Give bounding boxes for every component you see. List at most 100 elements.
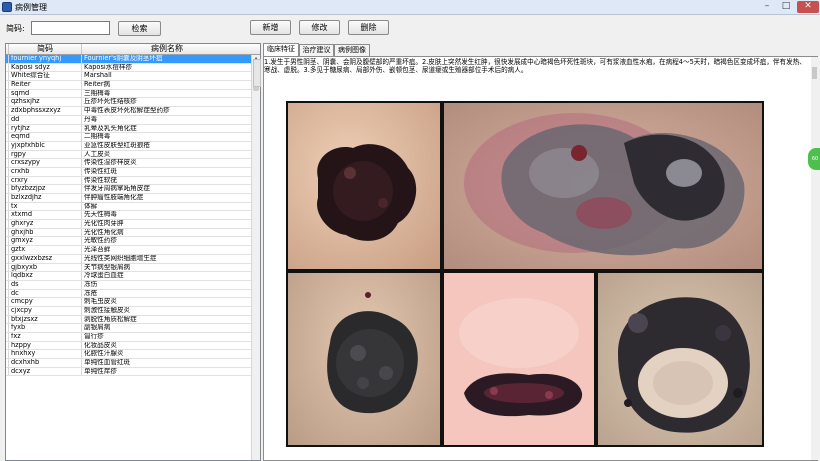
cell-case-name[interactable]: 冻伤 — [82, 281, 252, 289]
cell-case-name[interactable]: 刺激性接触皮炎 — [82, 307, 252, 315]
cell-case-name[interactable]: 光敏性药疹 — [82, 237, 252, 245]
table-row[interactable]: gjbxyxb 关节病型银屑病 — [6, 263, 260, 273]
table-row[interactable]: Kaposi sdyz Kaposi水痘样疹 — [6, 63, 260, 73]
table-row[interactable]: ghxjhb 光化性角化病 — [6, 228, 260, 238]
cell-case-name[interactable]: 关节病型银屑病 — [82, 264, 252, 272]
table-row[interactable]: fournier ynyqhj Fournier's阴囊及阴茎坏疽 — [6, 55, 260, 64]
tab-clinical-features[interactable]: 临床特征 — [263, 43, 299, 56]
cell-case-name[interactable]: Kaposi水痘样疹 — [82, 64, 252, 72]
cell-code[interactable]: crxry — [9, 176, 82, 185]
description-scroll-handle[interactable] — [253, 59, 261, 87]
cell-case-name[interactable]: 人工皮炎 — [82, 151, 252, 159]
cell-case-name[interactable]: 单纯性血管红斑 — [82, 359, 252, 367]
cell-case-name[interactable]: 冻疮 — [82, 290, 252, 298]
table-row[interactable]: lqdbxz 冷球蛋白血症 — [6, 272, 260, 281]
table-row[interactable]: crxszypy 传染性湿疹样皮炎 — [6, 159, 260, 168]
cell-case-name[interactable]: 亚急性皮肤型红斑狼疮 — [82, 142, 252, 150]
cell-code[interactable]: cmcpy — [9, 298, 82, 306]
cell-case-name[interactable]: 二期梅毒 — [82, 133, 252, 141]
cell-code[interactable]: xtxmd — [9, 211, 82, 220]
cell-case-name[interactable]: 化妆品皮炎 — [82, 342, 252, 350]
cell-code[interactable]: gmxyz — [9, 237, 82, 246]
table-row[interactable]: xtxmd 先天性梅毒 — [6, 211, 260, 221]
cell-case-name[interactable]: 传染性软疣 — [82, 177, 252, 185]
cell-case-name[interactable]: 化脓性汗腺炎 — [82, 350, 252, 358]
cell-code[interactable]: zdxbphssxzxyz — [9, 107, 82, 115]
minimize-button[interactable]: – — [758, 1, 776, 13]
cell-code[interactable]: fournier ynyqhj — [9, 55, 82, 63]
cell-code[interactable]: qzhsxjhz — [9, 98, 82, 107]
cell-case-name[interactable]: 光线性类网织细胞增生症 — [82, 255, 252, 263]
table-row[interactable]: ghxryz 光化性肉芽肿 — [6, 220, 260, 229]
cell-case-name[interactable]: 先天性梅毒 — [82, 211, 252, 219]
table-row[interactable]: gmxyz 光敏性药疹 — [6, 237, 260, 247]
table-row[interactable]: White综合征 Marshall — [6, 72, 260, 82]
column-header-code[interactable]: 简码 — [9, 44, 82, 54]
cell-code[interactable]: fxz — [9, 333, 82, 341]
cell-code[interactable]: dd — [9, 115, 82, 124]
cell-code[interactable]: lqdbxz — [9, 272, 82, 280]
close-button[interactable]: ✕ — [797, 1, 819, 13]
cell-code[interactable]: cjxcpy — [9, 306, 82, 315]
grid-scrollbar[interactable]: ▲ — [251, 55, 260, 460]
tab-case-images[interactable]: 病例图像 — [334, 44, 370, 56]
table-row[interactable]: gxxlwzxbzsz 光线性类网织细胞增生症 — [6, 254, 260, 264]
cell-case-name[interactable]: 丘疹坏死性结核疹 — [82, 98, 252, 106]
cell-case-name[interactable]: 中毒性表皮坏死松解症型药疹 — [82, 107, 252, 115]
cell-code[interactable]: tx — [9, 202, 82, 211]
tab-treatment-advice[interactable]: 治疗建议 — [299, 44, 334, 56]
table-row[interactable]: fxz 匐行疹 — [6, 333, 260, 342]
cell-code[interactable]: fyxb — [9, 324, 82, 332]
side-tool-badge[interactable]: 60 — [808, 148, 820, 170]
cell-case-name[interactable]: 伴发牙周病掌跖角皮症 — [82, 185, 252, 193]
cell-code[interactable]: dc — [9, 289, 82, 298]
content-scrollbar[interactable] — [811, 57, 818, 460]
cell-code[interactable]: White综合征 — [9, 72, 82, 81]
table-row[interactable]: dd 丹毒 — [6, 115, 260, 125]
cell-case-name[interactable]: 伴肿瘤性肢端角化症 — [82, 194, 252, 202]
cell-case-name[interactable]: 剥脱性角质松解症 — [82, 316, 252, 324]
cell-code[interactable]: ghxryz — [9, 220, 82, 228]
cell-code[interactable]: gxxlwzxbzsz — [9, 254, 82, 263]
maximize-button[interactable]: □ — [777, 1, 795, 13]
cell-code[interactable]: yjxpfxhblc — [9, 141, 82, 150]
table-row[interactable]: crxhb 传染性红斑 — [6, 167, 260, 177]
cell-code[interactable]: dcxhxhb — [9, 359, 82, 367]
table-row[interactable]: tx 体癣 — [6, 202, 260, 212]
table-row[interactable]: bzlxzdjhz 伴肿瘤性肢端角化症 — [6, 194, 260, 203]
cell-code[interactable]: dcxyz — [9, 367, 82, 376]
table-row[interactable]: dc 冻疮 — [6, 289, 260, 299]
cell-code[interactable]: crxhb — [9, 167, 82, 176]
cell-case-name[interactable]: 体癣 — [82, 203, 252, 211]
table-row[interactable]: qzhsxjhz 丘疹坏死性结核疹 — [6, 98, 260, 108]
table-row[interactable]: fyxb 副银屑病 — [6, 324, 260, 333]
cell-case-name[interactable]: Marshall — [82, 72, 252, 80]
delete-button[interactable]: 删除 — [348, 20, 389, 35]
table-row[interactable]: sqmd 三期梅毒 — [6, 89, 260, 99]
cell-code[interactable]: Kaposi sdyz — [9, 63, 82, 72]
cell-case-name[interactable]: 传染性红斑 — [82, 168, 252, 176]
table-row[interactable]: yjxpfxhblc 亚急性皮肤型红斑狼疮 — [6, 141, 260, 151]
cell-code[interactable]: gjbxyxb — [9, 263, 82, 272]
cell-case-name[interactable]: Fournier's阴囊及阴茎坏疽 — [82, 55, 252, 63]
cell-code[interactable]: bfyzbzzjpz — [9, 185, 82, 193]
cell-case-name[interactable]: 乳晕及乳头角化症 — [82, 125, 252, 133]
cell-case-name[interactable]: 传染性湿疹样皮炎 — [82, 159, 252, 167]
cell-code[interactable]: bzlxzdjhz — [9, 194, 82, 202]
cell-case-name[interactable]: Reiter病 — [82, 81, 252, 89]
table-row[interactable]: dcxyz 单纯性痒疹 — [6, 367, 260, 377]
column-header-name[interactable]: 病例名称 — [82, 44, 252, 54]
cell-code[interactable]: gztx — [9, 246, 82, 254]
search-button[interactable]: 检索 — [118, 21, 161, 36]
search-input[interactable] — [31, 21, 110, 35]
table-row[interactable]: rytjhz 乳晕及乳头角化症 — [6, 124, 260, 134]
cell-code[interactable]: hnxhxy — [9, 350, 82, 359]
cell-code[interactable]: rgpy — [9, 150, 82, 159]
cell-case-name[interactable]: 光泽苔藓 — [82, 246, 252, 254]
table-row[interactable]: dcxhxhb 单纯性血管红斑 — [6, 359, 260, 368]
cell-code[interactable]: ds — [9, 280, 82, 289]
table-row[interactable]: rgpy 人工皮炎 — [6, 150, 260, 160]
cell-code[interactable]: eqmd — [9, 133, 82, 141]
cell-case-name[interactable]: 单纯性痒疹 — [82, 368, 252, 376]
cell-case-name[interactable]: 副银屑病 — [82, 324, 252, 332]
